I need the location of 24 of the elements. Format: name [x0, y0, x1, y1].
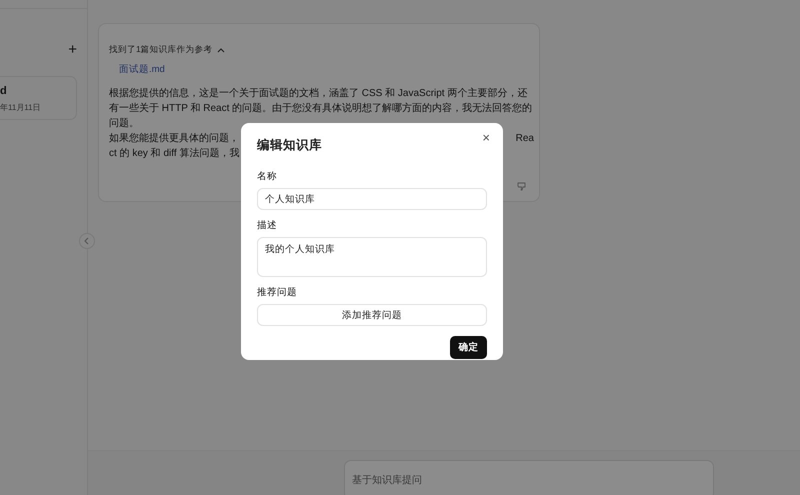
knowledge-base-card[interactable]: d 年11月11日 — [0, 76, 77, 120]
chevron-left-icon — [83, 237, 91, 245]
collapse-button[interactable] — [79, 233, 95, 249]
field-label: 描述 — [257, 219, 277, 232]
dialog-title: 编辑知识库 — [257, 137, 322, 154]
close-button[interactable]: × — [479, 131, 493, 145]
confirm-button[interactable]: 确定 — [450, 336, 487, 359]
reference-title: 找到了1篇知识库作为参考 — [109, 44, 213, 56]
answer-text: Rea — [516, 132, 534, 146]
field-label: 推荐问题 — [257, 286, 297, 299]
file-link[interactable]: 面试题.md — [119, 63, 165, 76]
answer-text: ct 的 key 和 diff 算法问题，我 — [109, 148, 240, 159]
description-field[interactable]: 我的个人知识库 — [257, 237, 487, 277]
card-title: d — [0, 85, 7, 97]
answer-text: 如果您能提供更具体的问题， — [109, 132, 239, 146]
chevron-up-icon[interactable] — [216, 47, 225, 53]
card-date: 年11月11日 — [0, 102, 41, 113]
thumbs-down-icon[interactable] — [517, 181, 527, 191]
name-field[interactable]: 个人知识库 — [257, 188, 487, 210]
answer-text: 根据您提供的信息，这是一个关于面试题的文档，涵盖了 CSS 和 JavaScript 两个主要部分，还有一些关于 HTTP 和 React 的问题。由于您没有具体说明想了解哪方面的内容，我无法回答您的问题。 — [109, 86, 534, 131]
add-button[interactable]: + — [68, 42, 77, 58]
add-question-button[interactable]: 添加推荐问题 — [257, 304, 487, 326]
question-field[interactable]: 基于知识库提问 — [344, 460, 714, 495]
field-label: 名称 — [257, 170, 277, 183]
